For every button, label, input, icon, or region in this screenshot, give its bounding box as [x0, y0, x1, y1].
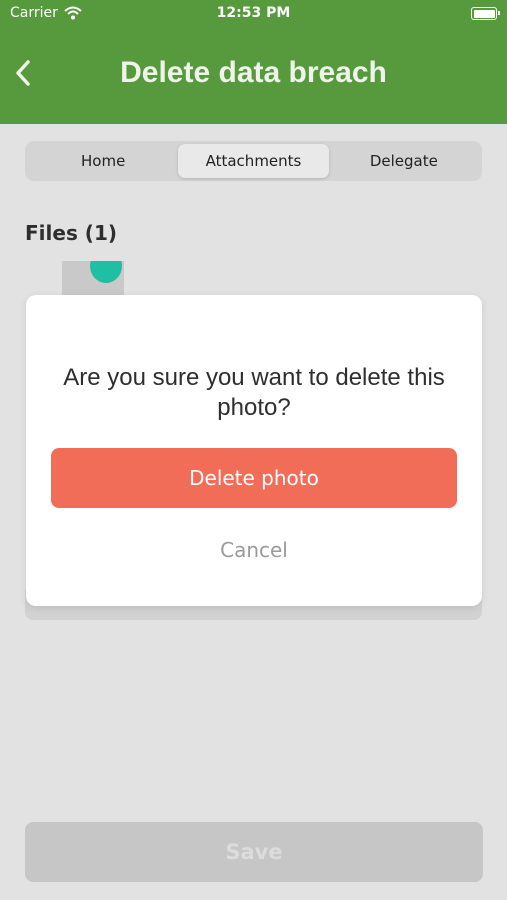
dialog-message: Are you sure you want to delete this pho… — [63, 364, 445, 421]
tab-home[interactable]: Home — [28, 144, 178, 178]
status-bar: Carrier 12:53 PM — [0, 0, 507, 28]
delete-photo-button[interactable]: Delete photo — [51, 448, 457, 508]
cancel-button[interactable]: Cancel — [26, 538, 482, 562]
tab-control: Home Attachments Delegate — [25, 141, 482, 181]
tab-attachments[interactable]: Attachments — [178, 144, 329, 178]
confirm-delete-dialog: Are you sure you want to delete this pho… — [26, 295, 482, 606]
page-title: Delete data breach — [120, 56, 387, 89]
save-button[interactable]: Save — [25, 822, 483, 882]
files-heading: Files (1) — [25, 221, 118, 245]
tab-delegate[interactable]: Delegate — [329, 144, 479, 178]
status-time: 12:53 PM — [216, 5, 291, 21]
nav-bar: Delete data breach — [0, 28, 507, 124]
battery-icon — [471, 7, 500, 20]
